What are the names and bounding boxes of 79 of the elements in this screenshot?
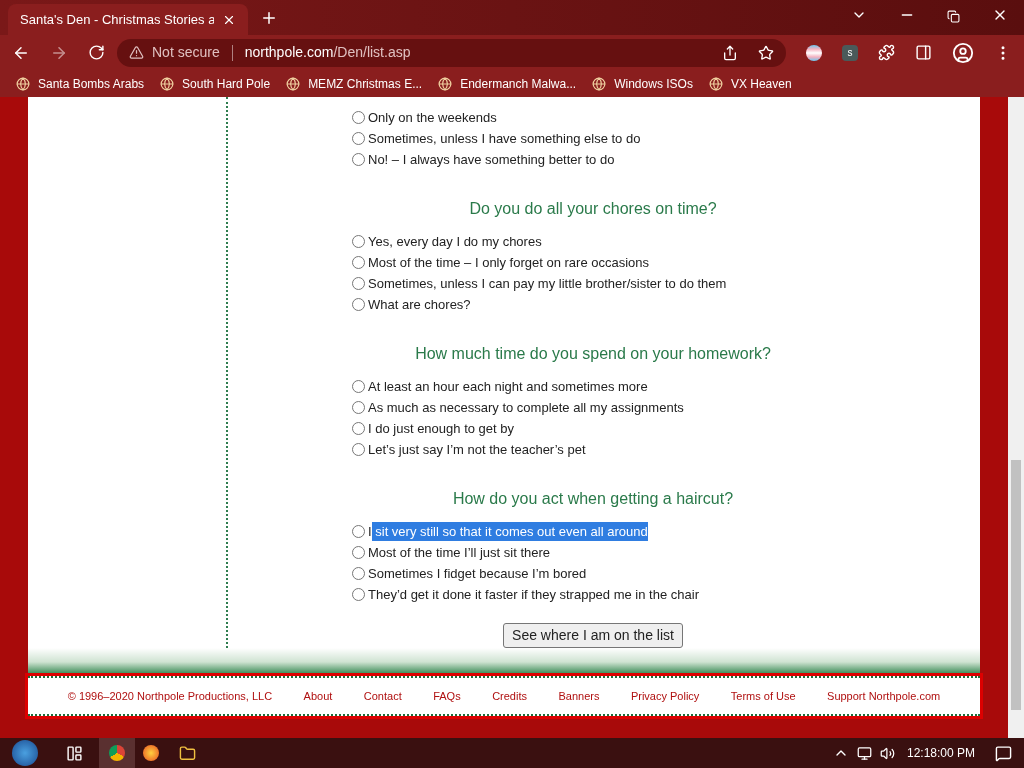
restore-icon[interactable]	[947, 10, 960, 23]
question-heading: How much time do you spend on your homework?	[414, 344, 772, 364]
answer-label[interactable]: Only on the weekends	[368, 107, 497, 128]
address-bar[interactable]: Not secure northpole.com/Den/list.asp	[117, 38, 786, 67]
start-button[interactable]	[12, 740, 38, 766]
folder-icon[interactable]	[179, 744, 196, 762]
radio-button[interactable]	[352, 132, 365, 145]
favicon-icon	[286, 76, 301, 91]
network-icon[interactable]	[856, 745, 872, 761]
bookmark-item[interactable]: MEMZ Christmas E...	[286, 74, 423, 93]
bookmark-item[interactable]: VX Heaven	[708, 74, 792, 93]
side-panel-icon[interactable]	[915, 44, 932, 61]
answer-label[interactable]: I do just enough to get by	[368, 418, 514, 439]
answer-label[interactable]: Most of the time – I only forget on rare occasions	[368, 252, 650, 273]
url-text: northpole.com/Den/list.asp	[244, 43, 411, 62]
bookmark-star-icon[interactable]	[758, 44, 774, 61]
answer-label[interactable]: Sometimes I fidget because I’m bored	[368, 563, 587, 584]
footer-link[interactable]: Terms of Use	[730, 687, 796, 705]
share-icon[interactable]	[722, 44, 738, 61]
submit-button[interactable]: See where I am on the list	[503, 623, 683, 648]
footer-link[interactable]: Support Northpole.com	[827, 687, 941, 705]
radio-button[interactable]	[352, 588, 365, 601]
favicon-icon	[160, 76, 175, 91]
answer-label[interactable]: At least an hour each night and sometimes more	[368, 376, 648, 397]
footer-link[interactable]: Credits	[492, 687, 527, 705]
answer-label[interactable]: Sometimes, unless I have something else to do	[368, 128, 641, 149]
footer-link[interactable]: Banners	[558, 687, 600, 705]
favicon-icon	[16, 76, 30, 91]
taskbar-app[interactable]	[99, 738, 135, 768]
answer-label[interactable]: What are chores?	[368, 294, 471, 315]
scrollbar[interactable]	[1008, 97, 1024, 738]
bookmark-item[interactable]: Windows ISOs	[592, 74, 693, 93]
footer-link[interactable]: Privacy Policy	[630, 687, 700, 705]
favicon-icon	[708, 76, 723, 91]
radio-button[interactable]	[352, 111, 365, 124]
reload-icon[interactable]	[88, 44, 105, 61]
bookmark-item[interactable]: Endermanch Malwa...	[438, 74, 577, 93]
radio-button[interactable]	[352, 546, 365, 559]
radio-button[interactable]	[352, 256, 365, 269]
copyright-text: © 1996–2020 Northpole Productions, LLC	[67, 688, 273, 704]
notification-icon[interactable]	[995, 744, 1012, 762]
profile-icon[interactable]	[952, 41, 974, 64]
task-view-icon[interactable]	[66, 744, 83, 762]
warning-icon	[129, 45, 144, 60]
taskbar-app[interactable]	[143, 745, 159, 761]
radio-button[interactable]	[352, 525, 365, 538]
answer-label[interactable]: No! – I always have something better to do	[368, 149, 615, 170]
extension-icon[interactable]	[806, 44, 822, 61]
security-label: Not secure	[152, 43, 220, 62]
radio-button[interactable]	[352, 380, 365, 393]
question-heading: Do you do all your chores on time?	[468, 199, 718, 219]
clock-text[interactable]: 12:18:00 PM	[906, 744, 975, 762]
answer-label[interactable]: As much as necessary to complete all my assignments	[368, 397, 684, 418]
footer-link[interactable]: About	[303, 687, 333, 705]
favicon-icon	[592, 76, 607, 91]
answer-label[interactable]: I sit very still so that it comes out even all around	[368, 521, 648, 542]
question-heading: How do you act when getting a haircut?	[451, 489, 735, 509]
new-tab-icon[interactable]	[260, 9, 278, 27]
radio-button[interactable]	[352, 235, 365, 248]
radio-button[interactable]	[352, 277, 365, 290]
extensions-icon[interactable]	[878, 44, 895, 61]
radio-button[interactable]	[352, 567, 365, 580]
bookmark-item[interactable]: Santa Bombs Arabs	[16, 74, 145, 93]
bookmark-item[interactable]: South Hard Pole	[160, 74, 271, 93]
radio-button[interactable]	[352, 401, 365, 414]
answer-label[interactable]: Let’s just say I’m not the teacher’s pet	[368, 439, 586, 460]
answer-label[interactable]: Sometimes, unless I can pay my little brother/sister to do them	[368, 273, 727, 294]
answer-label[interactable]: Most of the time I’ll just sit there	[368, 542, 551, 563]
extension-icon[interactable]: s	[842, 44, 858, 61]
answer-label[interactable]: They’d get it done it faster if they strapped me in the chair	[368, 584, 699, 605]
radio-button[interactable]	[352, 443, 365, 456]
radio-button[interactable]	[352, 422, 365, 435]
volume-icon[interactable]	[879, 745, 895, 761]
radio-button[interactable]	[352, 153, 365, 166]
footer-link[interactable]: FAQs	[433, 687, 461, 705]
favicon-icon	[438, 76, 453, 91]
footer-link[interactable]: Contact	[363, 687, 402, 705]
radio-button[interactable]	[352, 298, 365, 311]
answer-label[interactable]: Yes, every day I do my chores	[368, 231, 542, 252]
